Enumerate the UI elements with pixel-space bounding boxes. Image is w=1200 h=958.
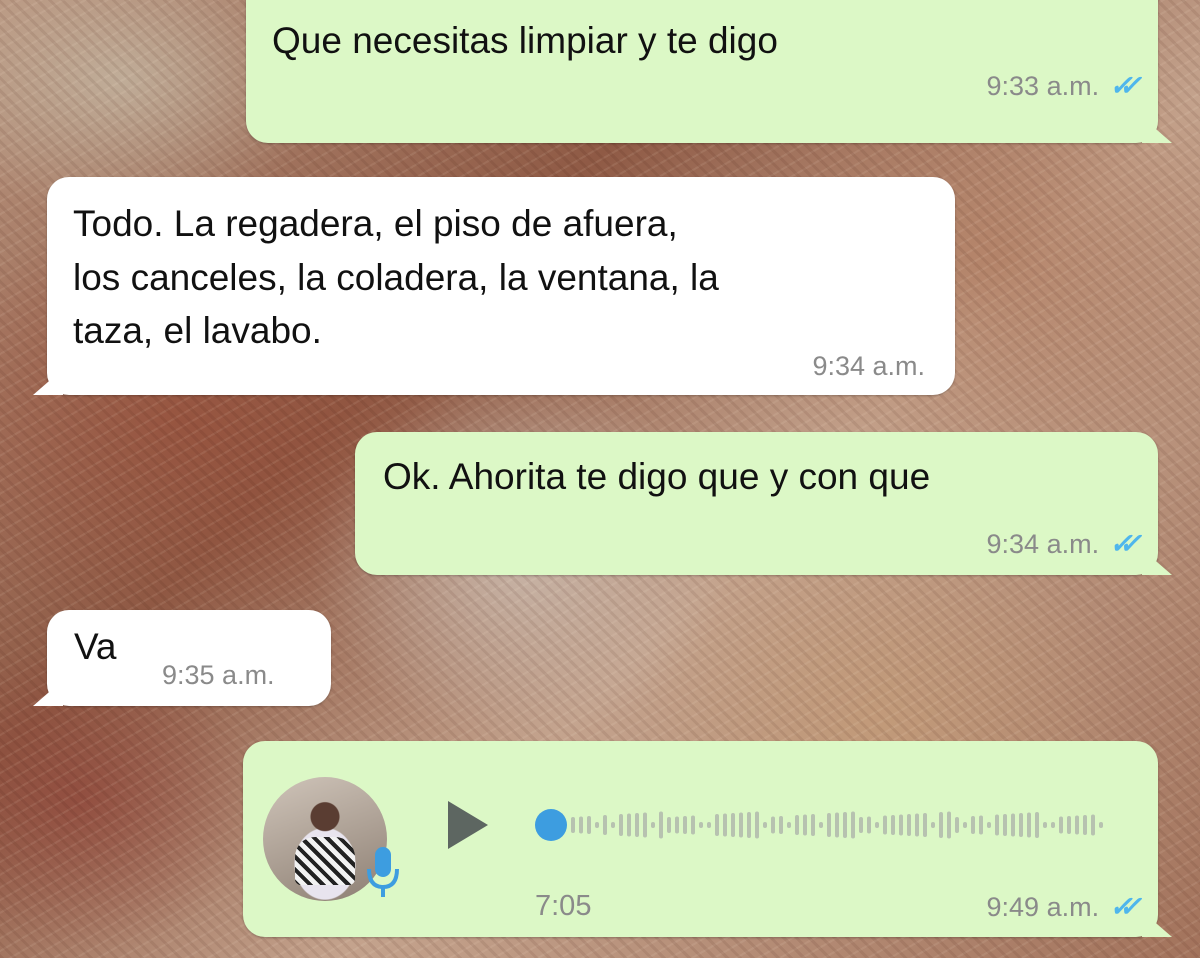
- waveform-bar: [1059, 816, 1063, 834]
- waveform-bar: [795, 815, 799, 835]
- waveform-bar: [1043, 822, 1047, 828]
- message-meta: 9:35 a.m.: [162, 656, 275, 695]
- waveform-bar: [627, 813, 631, 837]
- message-text: Todo. La regadera, el piso de afuera, lo…: [73, 203, 719, 352]
- waveform-bar: [723, 813, 727, 837]
- waveform-bar: [683, 816, 687, 834]
- playback-position-dot[interactable]: [535, 809, 567, 841]
- waveform-bar: [643, 812, 647, 838]
- waveform-bar: [843, 812, 847, 838]
- waveform-bar: [1011, 813, 1015, 837]
- waveform-bar: [891, 815, 895, 835]
- outgoing-message-bubble[interactable]: Que necesitas limpiar y te digo 9:33 a.m…: [246, 0, 1158, 143]
- waveform-bar: [1075, 815, 1079, 835]
- waveform-bar: [859, 817, 863, 833]
- waveform-bar: [1027, 812, 1031, 838]
- waveform-bars: [571, 811, 1103, 839]
- waveform-bar: [1003, 814, 1007, 836]
- waveform-bar: [939, 812, 943, 838]
- voice-message-bubble[interactable]: 7:05 9:49 a.m. ✓✓: [243, 741, 1158, 937]
- waveform-bar: [611, 822, 615, 828]
- waveform-bar: [987, 822, 991, 828]
- message-meta: 9:33 a.m. ✓✓: [986, 66, 1142, 107]
- waveform-bar: [595, 822, 599, 828]
- waveform-bar: [851, 811, 855, 839]
- waveform-bar: [1019, 813, 1023, 837]
- message-time: 9:34 a.m.: [986, 528, 1100, 559]
- read-receipt-icon: ✓✓: [1109, 528, 1142, 559]
- message-text: Que necesitas limpiar y te digo: [272, 20, 778, 61]
- waveform-bar: [659, 811, 663, 839]
- waveform-bar: [739, 812, 743, 838]
- waveform-bar: [899, 814, 903, 836]
- waveform-bar: [1083, 815, 1087, 835]
- waveform-bar: [971, 816, 975, 834]
- waveform-bar: [923, 813, 927, 837]
- waveform-bar: [787, 822, 791, 828]
- waveform-bar: [571, 817, 575, 833]
- read-receipt-icon: ✓✓: [1109, 70, 1142, 101]
- waveform-bar: [979, 815, 983, 835]
- waveform-bar: [827, 813, 831, 837]
- waveform-bar: [731, 813, 735, 837]
- waveform-bar: [955, 817, 959, 833]
- waveform-bar: [963, 822, 967, 828]
- waveform-bar: [675, 816, 679, 834]
- message-text: Va: [74, 626, 117, 667]
- microphone-icon: [367, 847, 399, 897]
- read-receipt-icon: ✓✓: [1109, 891, 1142, 922]
- waveform-bar: [651, 822, 655, 828]
- voice-duration: 7:05: [535, 890, 592, 922]
- voice-waveform[interactable]: [535, 805, 1109, 845]
- message-time: 9:49 a.m.: [986, 891, 1100, 922]
- waveform-bar: [915, 813, 919, 837]
- waveform-bar: [747, 812, 751, 838]
- waveform-bar: [803, 814, 807, 836]
- waveform-bar: [715, 814, 719, 836]
- waveform-bar: [995, 814, 999, 836]
- waveform-bar: [763, 822, 767, 828]
- waveform-bar: [667, 817, 671, 833]
- outgoing-message-bubble[interactable]: Ok. Ahorita te digo que y con que 9:34 a…: [355, 432, 1158, 575]
- waveform-bar: [819, 822, 823, 828]
- waveform-bar: [1051, 822, 1055, 828]
- waveform-bar: [779, 816, 783, 834]
- message-meta: 9:49 a.m. ✓✓: [986, 887, 1142, 928]
- waveform-bar: [1099, 822, 1103, 828]
- waveform-bar: [771, 816, 775, 834]
- waveform-bar: [603, 815, 607, 835]
- waveform-bar: [635, 813, 639, 837]
- incoming-message-bubble[interactable]: Todo. La regadera, el piso de afuera, lo…: [47, 177, 955, 395]
- message-time: 9:34 a.m.: [812, 351, 925, 381]
- waveform-bar: [1035, 812, 1039, 838]
- message-time: 9:35 a.m.: [162, 660, 275, 690]
- waveform-bar: [867, 816, 871, 834]
- message-text: Ok. Ahorita te digo que y con que: [383, 456, 931, 497]
- message-meta: 9:34 a.m.: [812, 347, 925, 386]
- message-meta: 9:34 a.m. ✓✓: [986, 524, 1142, 565]
- message-time: 9:33 a.m.: [986, 70, 1100, 101]
- waveform-bar: [883, 815, 887, 835]
- waveform-bar: [1067, 816, 1071, 834]
- waveform-bar: [619, 814, 623, 836]
- waveform-bar: [835, 812, 839, 838]
- waveform-bar: [1091, 814, 1095, 836]
- play-icon[interactable]: [448, 801, 488, 849]
- waveform-bar: [931, 822, 935, 828]
- waveform-bar: [579, 816, 583, 834]
- waveform-bar: [691, 815, 695, 835]
- waveform-bar: [875, 822, 879, 828]
- waveform-bar: [907, 814, 911, 836]
- waveform-bar: [699, 822, 703, 828]
- waveform-bar: [947, 811, 951, 839]
- waveform-bar: [811, 814, 815, 836]
- incoming-message-bubble[interactable]: Va 9:35 a.m.: [47, 610, 331, 706]
- waveform-bar: [755, 811, 759, 839]
- waveform-bar: [707, 822, 711, 828]
- waveform-bar: [587, 816, 591, 834]
